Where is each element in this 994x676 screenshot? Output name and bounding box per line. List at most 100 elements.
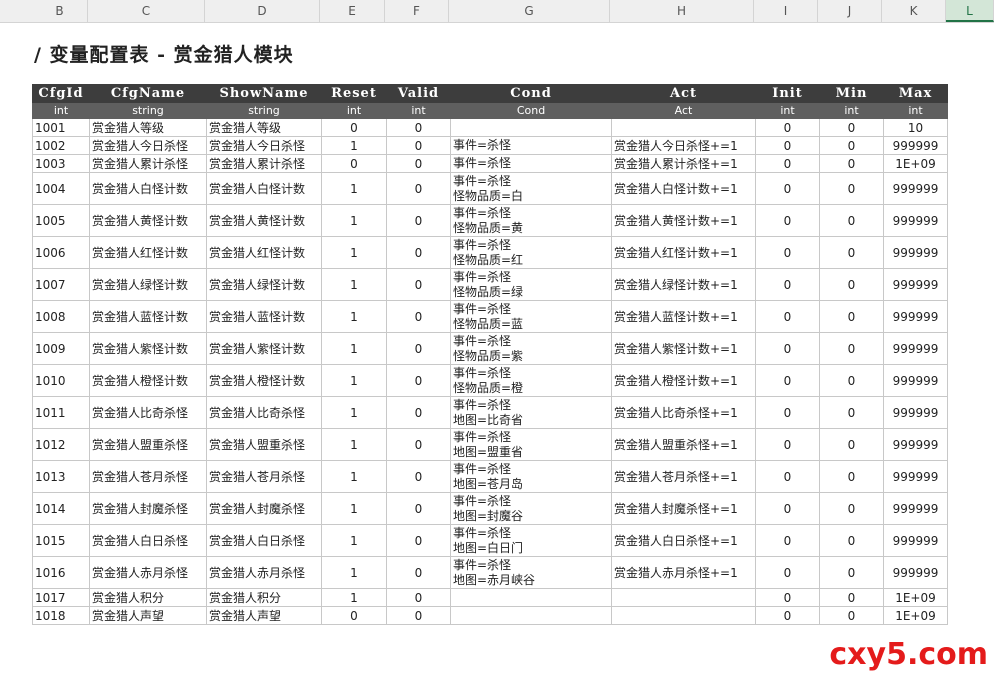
cell-reset[interactable]: 1 — [321, 204, 387, 237]
cell-cond[interactable]: 事件=杀怪 — [450, 136, 612, 155]
cell-id[interactable]: 1009 — [32, 332, 90, 365]
cell-init[interactable]: 0 — [755, 364, 820, 397]
cell-name[interactable]: 赏金猎人苍月杀怪 — [89, 460, 207, 493]
cell-id[interactable]: 1007 — [32, 268, 90, 301]
column-letter-h[interactable]: H — [610, 0, 754, 22]
cell-name[interactable]: 赏金猎人白日杀怪 — [89, 524, 207, 557]
cell-min[interactable]: 0 — [819, 492, 884, 525]
cell-cond[interactable]: 事件=杀怪 怪物品质=白 — [450, 172, 612, 205]
cell-act[interactable]: 赏金猎人红怪计数+=1 — [611, 236, 756, 269]
cell-cond[interactable]: 事件=杀怪 怪物品质=蓝 — [450, 300, 612, 333]
cell-min[interactable]: 0 — [819, 268, 884, 301]
cell-reset[interactable]: 0 — [321, 606, 387, 625]
cell-init[interactable]: 0 — [755, 136, 820, 155]
cell-name[interactable]: 赏金猎人红怪计数 — [89, 236, 207, 269]
cell-cond[interactable]: 事件=杀怪 地图=封魔谷 — [450, 492, 612, 525]
cell-act[interactable]: 赏金猎人苍月杀怪+=1 — [611, 460, 756, 493]
cell-max[interactable]: 10 — [883, 118, 948, 137]
cell-valid[interactable]: 0 — [386, 588, 451, 607]
cell-min[interactable]: 0 — [819, 154, 884, 173]
cell-valid[interactable]: 0 — [386, 556, 451, 589]
cell-show[interactable]: 赏金猎人盟重杀怪 — [206, 428, 322, 461]
cell-min[interactable]: 0 — [819, 556, 884, 589]
cell-cond[interactable]: 事件=杀怪 地图=苍月岛 — [450, 460, 612, 493]
cell-name[interactable]: 赏金猎人等级 — [89, 118, 207, 137]
column-letter-f[interactable]: F — [385, 0, 449, 22]
cell-show[interactable]: 赏金猎人白怪计数 — [206, 172, 322, 205]
cell-reset[interactable]: 1 — [321, 136, 387, 155]
cell-valid[interactable]: 0 — [386, 154, 451, 173]
cell-valid[interactable]: 0 — [386, 524, 451, 557]
cell-id[interactable]: 1004 — [32, 172, 90, 205]
cell-min[interactable]: 0 — [819, 524, 884, 557]
cell-reset[interactable]: 1 — [321, 236, 387, 269]
cell-reset[interactable]: 1 — [321, 268, 387, 301]
cell-init[interactable]: 0 — [755, 118, 820, 137]
cell-init[interactable]: 0 — [755, 606, 820, 625]
cell-max[interactable]: 999999 — [883, 396, 948, 429]
cell-valid[interactable]: 0 — [386, 236, 451, 269]
cell-name[interactable]: 赏金猎人封魔杀怪 — [89, 492, 207, 525]
cell-id[interactable]: 1006 — [32, 236, 90, 269]
cell-show[interactable]: 赏金猎人声望 — [206, 606, 322, 625]
cell-act[interactable]: 赏金猎人白日杀怪+=1 — [611, 524, 756, 557]
cell-reset[interactable]: 1 — [321, 588, 387, 607]
cell-min[interactable]: 0 — [819, 236, 884, 269]
cell-name[interactable]: 赏金猎人声望 — [89, 606, 207, 625]
column-letter-j[interactable]: J — [818, 0, 882, 22]
cell-name[interactable]: 赏金猎人比奇杀怪 — [89, 396, 207, 429]
cell-min[interactable]: 0 — [819, 332, 884, 365]
cell-reset[interactable]: 1 — [321, 172, 387, 205]
cell-valid[interactable]: 0 — [386, 332, 451, 365]
cell-valid[interactable]: 0 — [386, 460, 451, 493]
cell-act[interactable]: 赏金猎人赤月杀怪+=1 — [611, 556, 756, 589]
cell-init[interactable]: 0 — [755, 524, 820, 557]
cell-min[interactable]: 0 — [819, 364, 884, 397]
cell-init[interactable]: 0 — [755, 172, 820, 205]
cell-reset[interactable]: 1 — [321, 396, 387, 429]
cell-valid[interactable]: 0 — [386, 204, 451, 237]
cell-act[interactable]: 赏金猎人蓝怪计数+=1 — [611, 300, 756, 333]
cell-init[interactable]: 0 — [755, 460, 820, 493]
cell-act[interactable]: 赏金猎人今日杀怪+=1 — [611, 136, 756, 155]
cell-reset[interactable]: 1 — [321, 300, 387, 333]
cell-max[interactable]: 999999 — [883, 428, 948, 461]
cell-init[interactable]: 0 — [755, 204, 820, 237]
cell-cond[interactable] — [450, 606, 612, 625]
cell-id[interactable]: 1016 — [32, 556, 90, 589]
cell-valid[interactable]: 0 — [386, 492, 451, 525]
cell-reset[interactable]: 0 — [321, 118, 387, 137]
cell-valid[interactable]: 0 — [386, 606, 451, 625]
column-letter-l[interactable]: L — [946, 0, 994, 22]
cell-act[interactable] — [611, 588, 756, 607]
cell-reset[interactable]: 0 — [321, 154, 387, 173]
cell-max[interactable]: 999999 — [883, 136, 948, 155]
cell-cond[interactable]: 事件=杀怪 怪物品质=橙 — [450, 364, 612, 397]
cell-name[interactable]: 赏金猎人积分 — [89, 588, 207, 607]
cell-act[interactable]: 赏金猎人绿怪计数+=1 — [611, 268, 756, 301]
cell-cond[interactable]: 事件=杀怪 地图=赤月峡谷 — [450, 556, 612, 589]
cell-min[interactable]: 0 — [819, 136, 884, 155]
cell-act[interactable]: 赏金猎人累计杀怪+=1 — [611, 154, 756, 173]
cell-show[interactable]: 赏金猎人积分 — [206, 588, 322, 607]
cell-init[interactable]: 0 — [755, 300, 820, 333]
cell-reset[interactable]: 1 — [321, 460, 387, 493]
cell-cond[interactable]: 事件=杀怪 地图=白日门 — [450, 524, 612, 557]
cell-cond[interactable]: 事件=杀怪 — [450, 154, 612, 173]
cell-min[interactable]: 0 — [819, 172, 884, 205]
cell-cond[interactable] — [450, 588, 612, 607]
cell-id[interactable]: 1015 — [32, 524, 90, 557]
cell-max[interactable]: 999999 — [883, 332, 948, 365]
cell-cond[interactable]: 事件=杀怪 地图=比奇省 — [450, 396, 612, 429]
cell-max[interactable]: 999999 — [883, 492, 948, 525]
cell-reset[interactable]: 1 — [321, 428, 387, 461]
cell-min[interactable]: 0 — [819, 300, 884, 333]
cell-show[interactable]: 赏金猎人橙怪计数 — [206, 364, 322, 397]
cell-act[interactable]: 赏金猎人封魔杀怪+=1 — [611, 492, 756, 525]
cell-valid[interactable]: 0 — [386, 396, 451, 429]
cell-max[interactable]: 999999 — [883, 172, 948, 205]
cell-init[interactable]: 0 — [755, 332, 820, 365]
cell-init[interactable]: 0 — [755, 588, 820, 607]
cell-id[interactable]: 1012 — [32, 428, 90, 461]
cell-max[interactable]: 999999 — [883, 300, 948, 333]
